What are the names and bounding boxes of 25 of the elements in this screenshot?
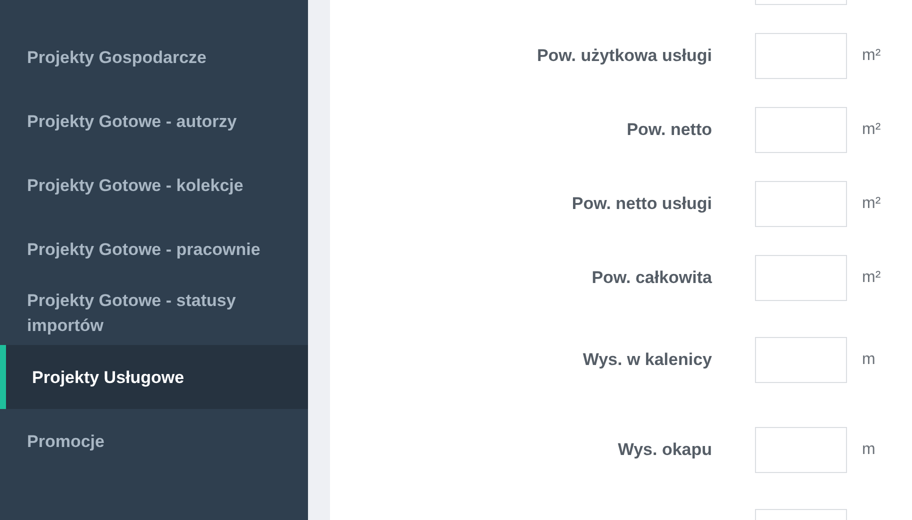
field-label: Pow. netto: [626, 120, 712, 140]
input-field[interactable]: [755, 107, 847, 153]
sidebar-item[interactable]: Projekty Gotowe - autorzy: [0, 89, 308, 153]
unit-label: m: [862, 441, 876, 459]
field-label: Pow. użytkowa usługi: [536, 46, 712, 66]
sidebar-item[interactable]: Projekty Gospodarcze: [0, 25, 308, 89]
input-field[interactable]: [755, 33, 847, 79]
input-field[interactable]: [755, 255, 847, 301]
input-field[interactable]: [755, 181, 847, 227]
sidebar-item[interactable]: Projekty Gotowe - kolekcje: [0, 153, 308, 217]
sidebar-item[interactable]: Promocje: [0, 409, 308, 473]
sidebar-item[interactable]: Projekty Usługowe: [0, 345, 308, 409]
sidebar-item[interactable]: Projekty Gotowe - statusy importów: [0, 281, 308, 345]
unit-label: m²: [862, 121, 881, 139]
field-label: Wys. w kalenicy: [582, 350, 712, 370]
unit-label: m²: [862, 47, 881, 65]
input-field[interactable]: [755, 337, 847, 383]
field-label: Wys. okapu: [616, 440, 712, 460]
unit-label: m: [862, 351, 876, 369]
input-field[interactable]: [755, 427, 847, 473]
sidebar-item[interactable]: Projekty Gotowe - pracownie: [0, 217, 308, 281]
field-label: Pow. netto usługi: [570, 194, 712, 214]
field-label: Pow. całkowita: [590, 268, 712, 288]
unit-label: m²: [862, 269, 881, 287]
unit-label: m²: [862, 195, 881, 213]
